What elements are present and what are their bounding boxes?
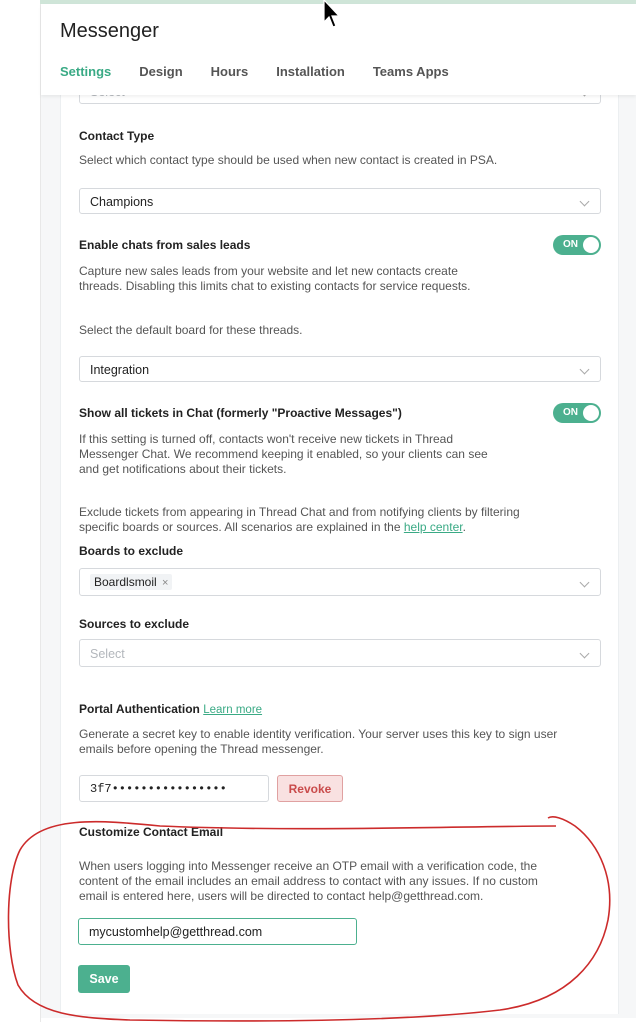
tab-hours[interactable]: Hours — [211, 64, 249, 87]
settings-content: Select Contact Type Select which contact… — [60, 78, 619, 1014]
sources-exclude-select[interactable]: Select — [79, 639, 601, 667]
tab-settings[interactable]: Settings — [60, 64, 111, 87]
chevron-down-icon — [579, 648, 590, 659]
contact-email-input-value: mycustomhelp@getthread.com — [89, 925, 263, 939]
mouse-pointer-icon — [323, 0, 341, 28]
secret-key-value: 3f7•••••••••••••••• — [90, 782, 227, 796]
boards-exclude-select[interactable]: Boardlsmoil × — [79, 568, 601, 596]
board-tag: Boardlsmoil × — [90, 574, 173, 590]
sources-placeholder: Select — [90, 647, 125, 661]
exclude-description-1: Exclude tickets from appearing in Thread… — [79, 505, 520, 519]
revoke-button[interactable]: Revoke — [277, 775, 343, 802]
default-board-select[interactable]: Integration — [79, 356, 601, 382]
show-tickets-toggle[interactable]: ON — [553, 403, 601, 423]
sales-leads-toggle[interactable]: ON — [553, 235, 601, 255]
portal-auth-description-2: emails before opening the Thread messeng… — [79, 742, 324, 756]
contact-type-description: Select which contact type should be used… — [79, 153, 498, 167]
show-tickets-description-3: and get notifications about their ticket… — [79, 462, 287, 476]
toggle-knob — [583, 237, 599, 253]
secret-key-field[interactable]: 3f7•••••••••••••••• — [79, 775, 269, 802]
sales-leads-description-2: threads. Disabling this limits chat to e… — [79, 279, 471, 293]
exclude-description-2: specific boards or sources. All scenario… — [79, 520, 466, 535]
contact-email-input[interactable]: mycustomhelp@getthread.com — [78, 918, 357, 945]
show-tickets-description-2: Messenger Chat. We recommend keeping it … — [79, 447, 488, 461]
exclude-description-2-text: specific boards or sources. All scenario… — [79, 520, 401, 534]
portal-auth-description-1: Generate a secret key to enable identity… — [79, 727, 558, 741]
sales-leads-toggle-text: ON — [563, 239, 578, 250]
board-tag-label: Boardlsmoil — [94, 575, 157, 589]
portal-auth-label: Portal Authentication — [79, 702, 200, 716]
chevron-down-icon — [579, 577, 590, 588]
sales-leads-label: Enable chats from sales leads — [79, 238, 251, 252]
chevron-down-icon — [579, 196, 590, 207]
contact-type-value: Champions — [90, 195, 154, 209]
toggle-knob — [583, 405, 599, 421]
contact-email-description-2: content of the email includes an email a… — [79, 874, 538, 888]
messenger-settings-panel: Messenger Settings Design Hours Installa… — [41, 4, 636, 1018]
save-button[interactable]: Save — [78, 965, 130, 993]
sales-leads-description-1: Capture new sales leads from your websit… — [79, 264, 458, 278]
tab-design[interactable]: Design — [139, 64, 182, 87]
help-center-link[interactable]: help center — [404, 520, 463, 534]
tab-bar: Settings Design Hours Installation Teams… — [60, 64, 477, 87]
show-tickets-description-1: If this setting is turned off, contacts … — [79, 432, 454, 446]
left-gutter — [0, 0, 41, 1022]
board-prompt: Select the default board for these threa… — [79, 323, 303, 337]
contact-email-description-1: When users logging into Messenger receiv… — [79, 859, 538, 873]
period: . — [462, 520, 466, 534]
contact-type-label: Contact Type — [79, 129, 155, 143]
portal-auth-heading: Portal Authentication Learn more — [79, 702, 262, 716]
default-board-value: Integration — [90, 363, 150, 377]
contact-email-description-3: email is entered here, users will be dir… — [79, 889, 484, 903]
contact-email-label: Customize Contact Email — [79, 825, 224, 839]
sources-exclude-label: Sources to exclude — [79, 617, 190, 631]
contact-type-select[interactable]: Champions — [79, 188, 601, 214]
show-tickets-label: Show all tickets in Chat (formerly "Proa… — [79, 406, 402, 420]
chevron-down-icon — [579, 364, 590, 375]
boards-exclude-label: Boards to exclude — [79, 544, 184, 558]
page-title: Messenger — [60, 20, 159, 42]
tab-teams-apps[interactable]: Teams Apps — [373, 64, 449, 87]
learn-more-link[interactable]: Learn more — [203, 704, 262, 716]
show-tickets-toggle-text: ON — [563, 407, 578, 418]
tab-installation[interactable]: Installation — [276, 64, 345, 87]
tag-remove-icon[interactable]: × — [162, 577, 168, 589]
